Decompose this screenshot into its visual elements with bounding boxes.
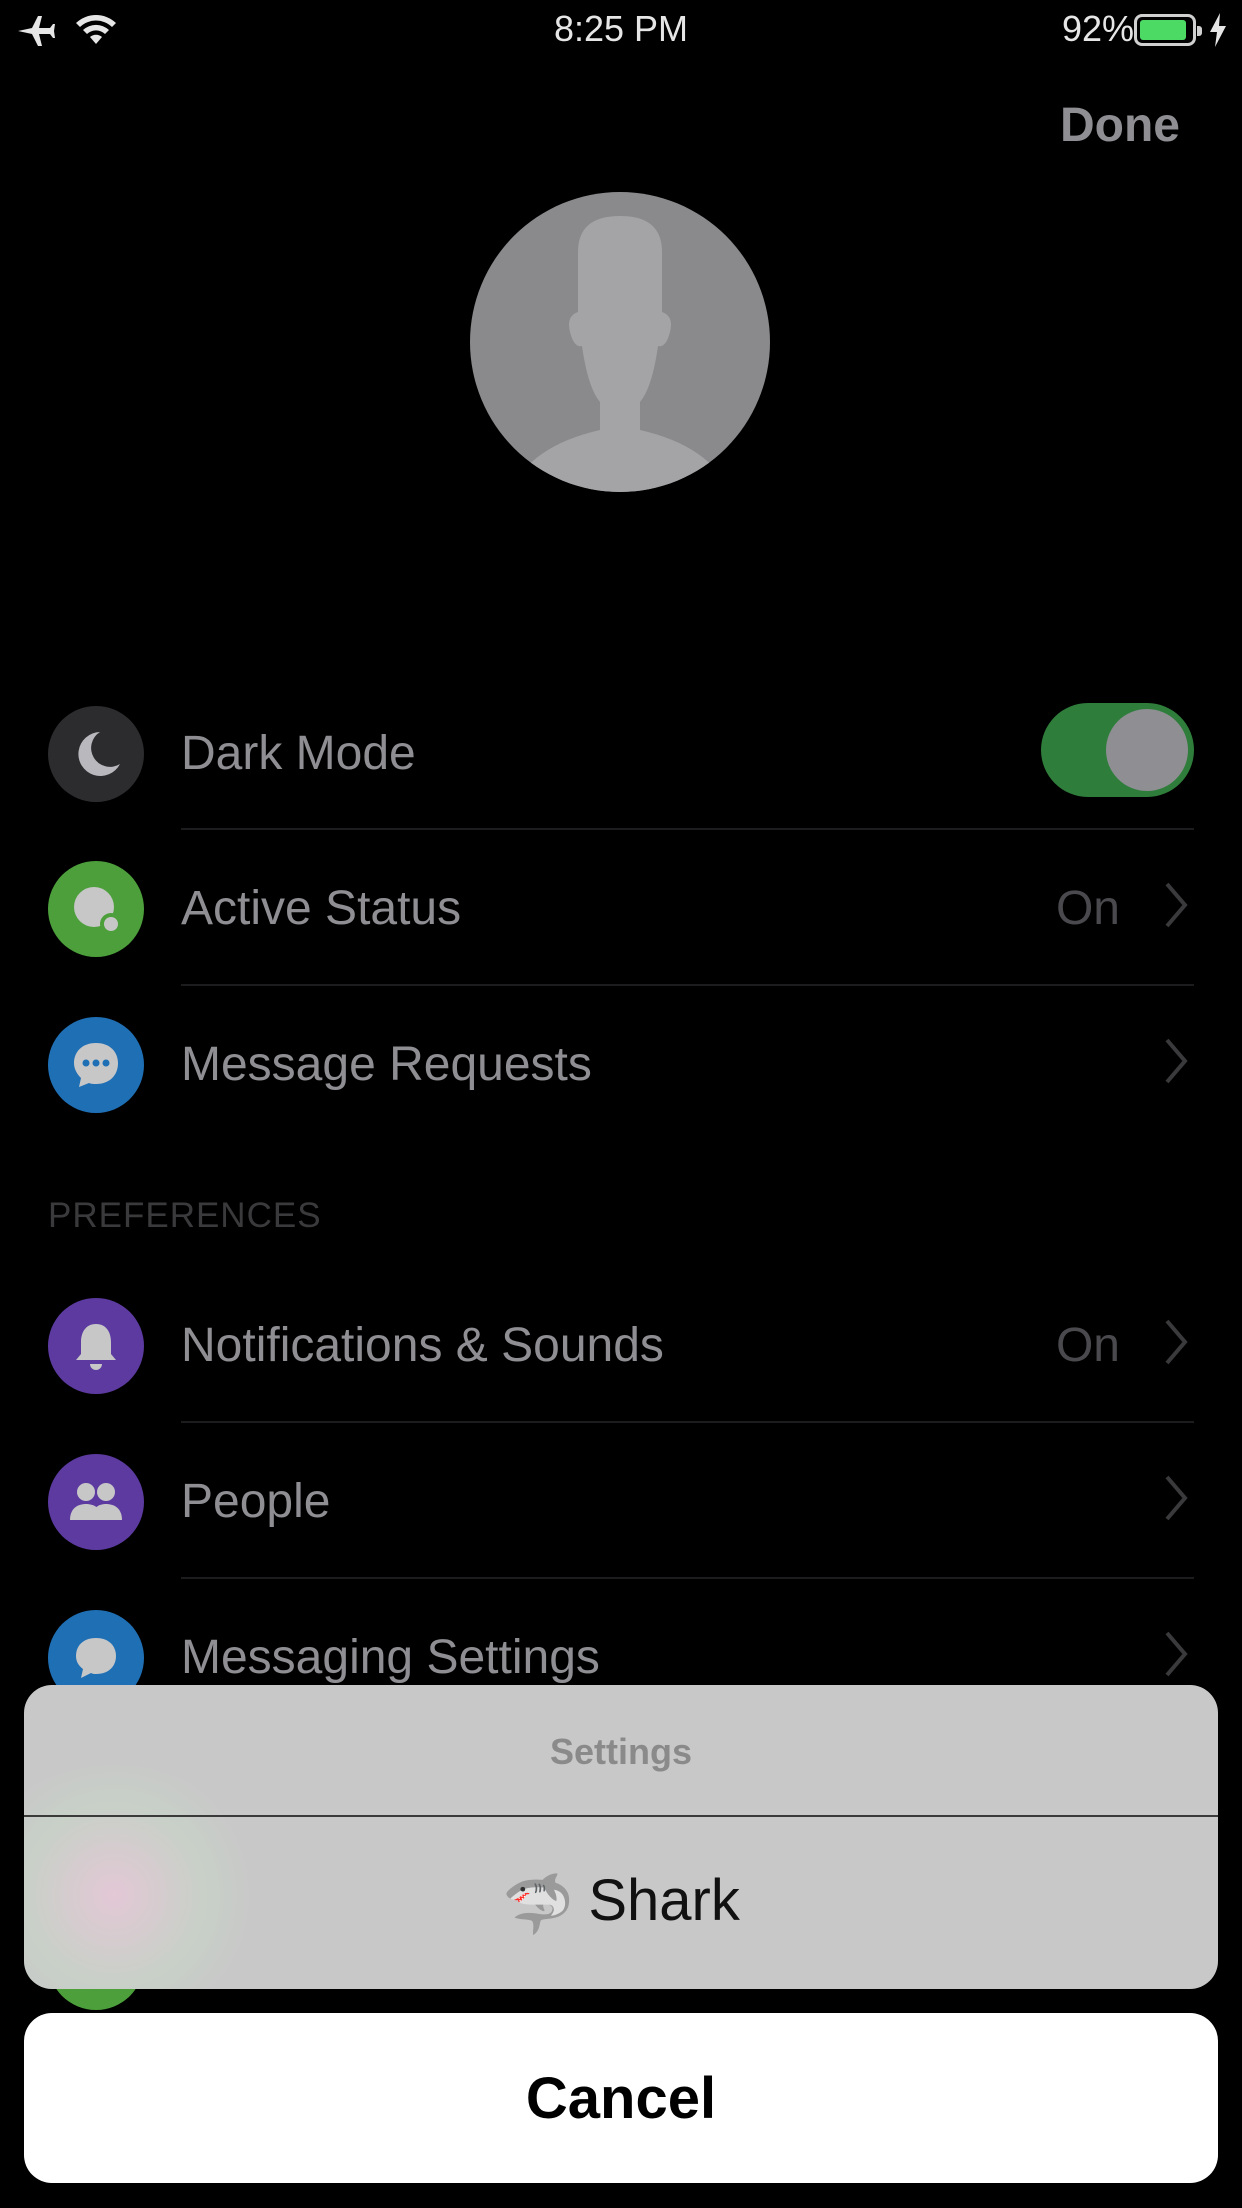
- moon-icon: [48, 706, 144, 802]
- row-label-active-status: Active Status: [181, 882, 462, 935]
- row-label-message-requests: Message Requests: [181, 1038, 592, 1091]
- divider: [181, 1421, 1194, 1423]
- chevron-right-icon: [1165, 1475, 1188, 1521]
- section-header-preferences: PREFERENCES: [48, 1196, 322, 1235]
- cancel-button[interactable]: Cancel: [24, 2013, 1218, 2183]
- chevron-right-icon: [1165, 1631, 1188, 1677]
- chat-bubble-icon: [48, 1017, 144, 1113]
- divider: [181, 1577, 1194, 1579]
- active-status-icon: [48, 861, 144, 957]
- dark-mode-toggle[interactable]: [1041, 703, 1194, 797]
- shark-option-label: Shark: [588, 1868, 740, 1933]
- row-people[interactable]: People: [0, 1424, 1242, 1579]
- row-label-messaging-settings: Messaging Settings: [181, 1631, 600, 1684]
- action-sheet-divider: [24, 1815, 1218, 1817]
- divider: [181, 828, 1194, 830]
- shark-emoji-icon: 🦈: [502, 1871, 575, 1937]
- row-notifications-sounds[interactable]: Notifications & Sounds On: [0, 1268, 1242, 1423]
- chevron-right-icon: [1165, 882, 1188, 928]
- chevron-right-icon: [1165, 1038, 1188, 1084]
- row-active-status[interactable]: Active Status On: [0, 831, 1242, 986]
- cancel-label: Cancel: [525, 2066, 717, 2131]
- row-label-people: People: [181, 1475, 331, 1528]
- status-bar: 8:25 PM 92%: [0, 0, 1242, 62]
- divider: [181, 984, 1194, 986]
- battery-percent: 92%: [1061, 8, 1134, 49]
- bell-icon: [48, 1298, 144, 1394]
- chevron-right-icon: [1165, 1319, 1188, 1365]
- row-label-notifications: Notifications & Sounds: [181, 1319, 664, 1372]
- done-button[interactable]: Done: [1060, 98, 1180, 153]
- row-message-requests[interactable]: Message Requests: [0, 987, 1242, 1142]
- status-time: 8:25 PM: [553, 8, 689, 49]
- profile-avatar[interactable]: [470, 192, 770, 492]
- action-sheet: Settings 🦈 Shark: [24, 1685, 1218, 1989]
- row-label-dark-mode: Dark Mode: [181, 727, 416, 780]
- battery-icon: [1134, 14, 1202, 46]
- people-icon: [48, 1454, 144, 1550]
- notifications-value: On: [1055, 1319, 1120, 1372]
- active-status-value: On: [1055, 882, 1120, 935]
- action-sheet-title: Settings: [549, 1731, 692, 1772]
- person-silhouette-icon: [510, 216, 730, 492]
- charging-bolt-icon: [1210, 13, 1226, 47]
- shark-option-button[interactable]: 🦈 Shark: [24, 1867, 1218, 1939]
- row-dark-mode[interactable]: Dark Mode: [0, 676, 1242, 831]
- battery-fill: [1140, 20, 1186, 40]
